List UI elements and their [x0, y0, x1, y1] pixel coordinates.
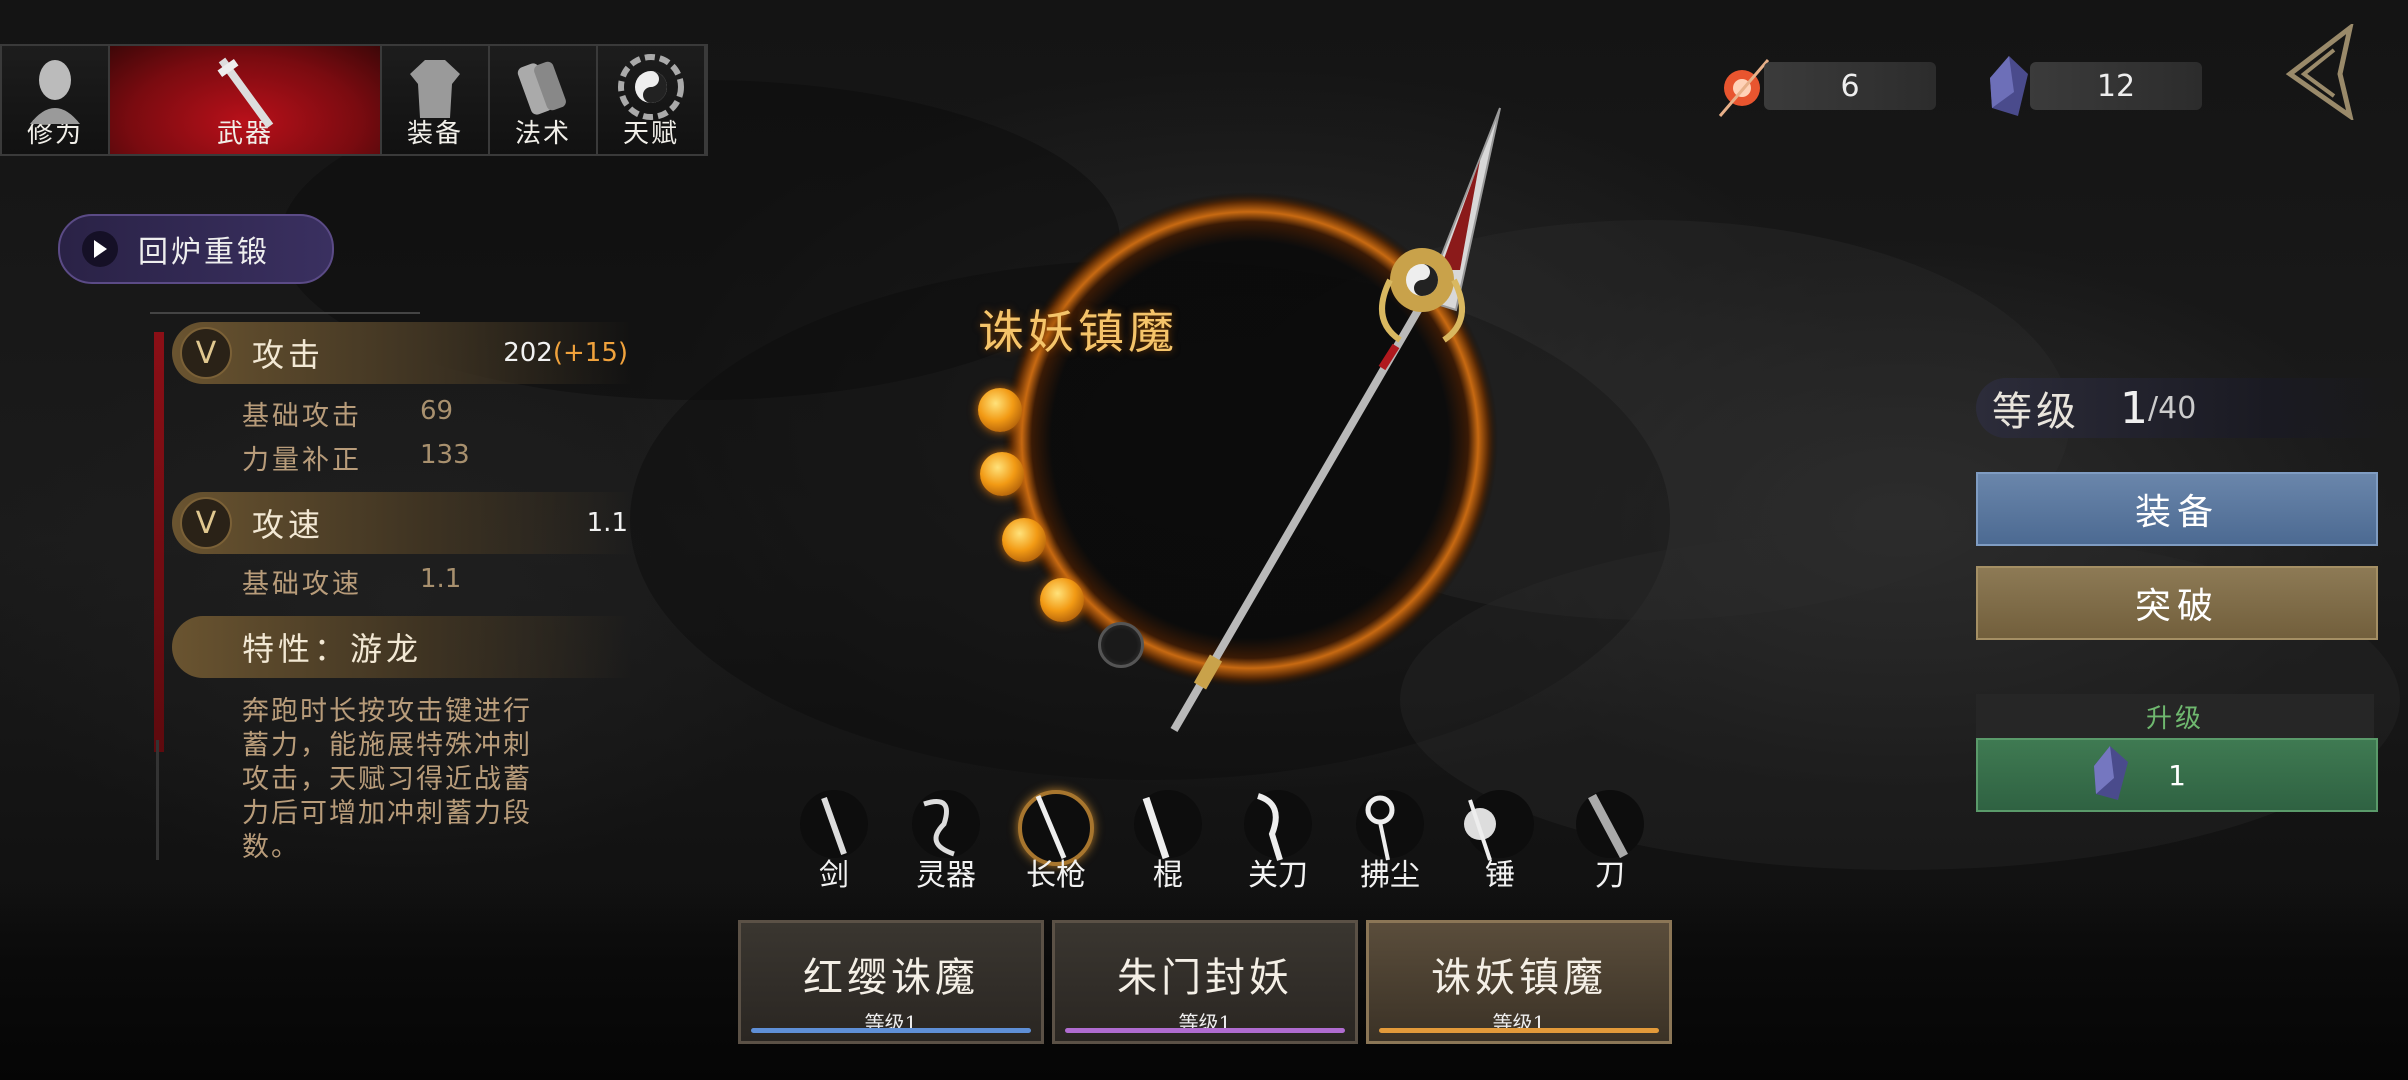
chevron-down-icon: V	[180, 497, 232, 549]
weapon-card-1[interactable]: 红缨诛魔 等级1	[738, 920, 1044, 1044]
level-bar: 等级 1 /40	[1976, 378, 2396, 438]
upgrade-label: 升级	[1976, 694, 2374, 738]
level-max: /40	[2148, 390, 2197, 426]
stat-row-label: 力量补正	[242, 445, 362, 476]
stat-side-bar	[154, 332, 164, 752]
upgrade-orb-empty	[1098, 622, 1144, 668]
upgrade-orb-filled	[1040, 578, 1084, 622]
scroll-icon	[517, 61, 566, 115]
stat-name: 攻击	[252, 336, 325, 374]
level-label: 等级	[1992, 389, 2080, 435]
currency-crystal-value: 12	[2030, 62, 2202, 110]
tab-spells[interactable]: 法术	[490, 46, 598, 154]
robe-icon	[410, 60, 460, 118]
stat-value: 202(+15)	[503, 338, 628, 368]
chevron-down-icon: V	[180, 327, 232, 379]
stat-row-value: 69	[420, 396, 454, 426]
upgrade-button[interactable]: 1	[1976, 738, 2378, 812]
play-icon	[82, 231, 118, 267]
upgrade-orb-filled	[978, 388, 1022, 432]
upgrade-orb-filled	[1002, 518, 1046, 562]
spear-icon	[1170, 107, 1501, 733]
tab-weapon[interactable]: 武器	[110, 46, 382, 154]
stat-row-label: 基础攻击	[242, 401, 362, 432]
fire-orb-icon	[1718, 59, 1770, 117]
tab-equipment[interactable]: 装备	[382, 46, 490, 154]
stat-side-line	[156, 740, 159, 860]
speed-stat-header[interactable]: V 攻速 1.1	[172, 492, 632, 554]
card-rarity-bar	[1065, 1028, 1345, 1033]
trait-header: 特性：游龙	[172, 616, 632, 678]
card-name: 红缨诛魔	[803, 955, 979, 1001]
stat-row-label: 基础攻速	[242, 569, 362, 600]
divider	[150, 312, 420, 314]
top-tabs: 修为 武器 装备 法术 天赋	[0, 44, 708, 156]
card-name: 朱门封妖	[1117, 955, 1293, 1001]
weapon-card-2[interactable]: 朱门封妖 等级1	[1052, 920, 1358, 1044]
sword-icon	[217, 57, 274, 129]
reforge-button[interactable]: 回炉重锻	[58, 214, 334, 284]
tab-cultivation[interactable]: 修为	[2, 46, 110, 154]
breakthrough-button[interactable]: 突破	[1976, 566, 2378, 640]
stat-name: 攻速	[252, 506, 325, 544]
crystal-icon	[2094, 746, 2128, 800]
weapon-card-3[interactable]: 诛妖镇魔 等级1	[1366, 920, 1672, 1044]
trait-description: 奔跑时长按攻击键进行蓄力，能施展特殊冲刺攻击，天赋习得近战蓄力后可增加冲刺蓄力段…	[242, 696, 532, 863]
upgrade-orb-filled	[980, 452, 1024, 496]
stat-row-value: 133	[420, 440, 470, 470]
monk-portrait-icon	[30, 60, 80, 124]
weapon-name: 诛妖镇魔	[978, 305, 1178, 359]
tab-talent[interactable]: 天赋	[598, 46, 706, 154]
stat-row-value: 1.1	[420, 564, 462, 594]
stat-value: 1.1	[586, 508, 628, 538]
back-icon[interactable]	[2280, 24, 2360, 120]
level-current: 1	[2120, 382, 2148, 434]
crystal-icon	[1990, 56, 2028, 116]
card-rarity-bar	[1379, 1028, 1659, 1033]
attack-stat-header[interactable]: V 攻击 202(+15)	[172, 322, 632, 384]
equip-button[interactable]: 装备	[1976, 472, 2378, 546]
bagua-icon	[618, 54, 684, 120]
currency-fire-value: 6	[1764, 62, 1936, 110]
upgrade-cost: 1	[2168, 758, 2186, 792]
trait-name: 特性：游龙	[242, 630, 423, 668]
card-name: 诛妖镇魔	[1431, 955, 1607, 1001]
weapon-type-glyphs	[821, 793, 1628, 861]
card-rarity-bar	[751, 1028, 1031, 1033]
reforge-label: 回炉重锻	[138, 235, 270, 270]
